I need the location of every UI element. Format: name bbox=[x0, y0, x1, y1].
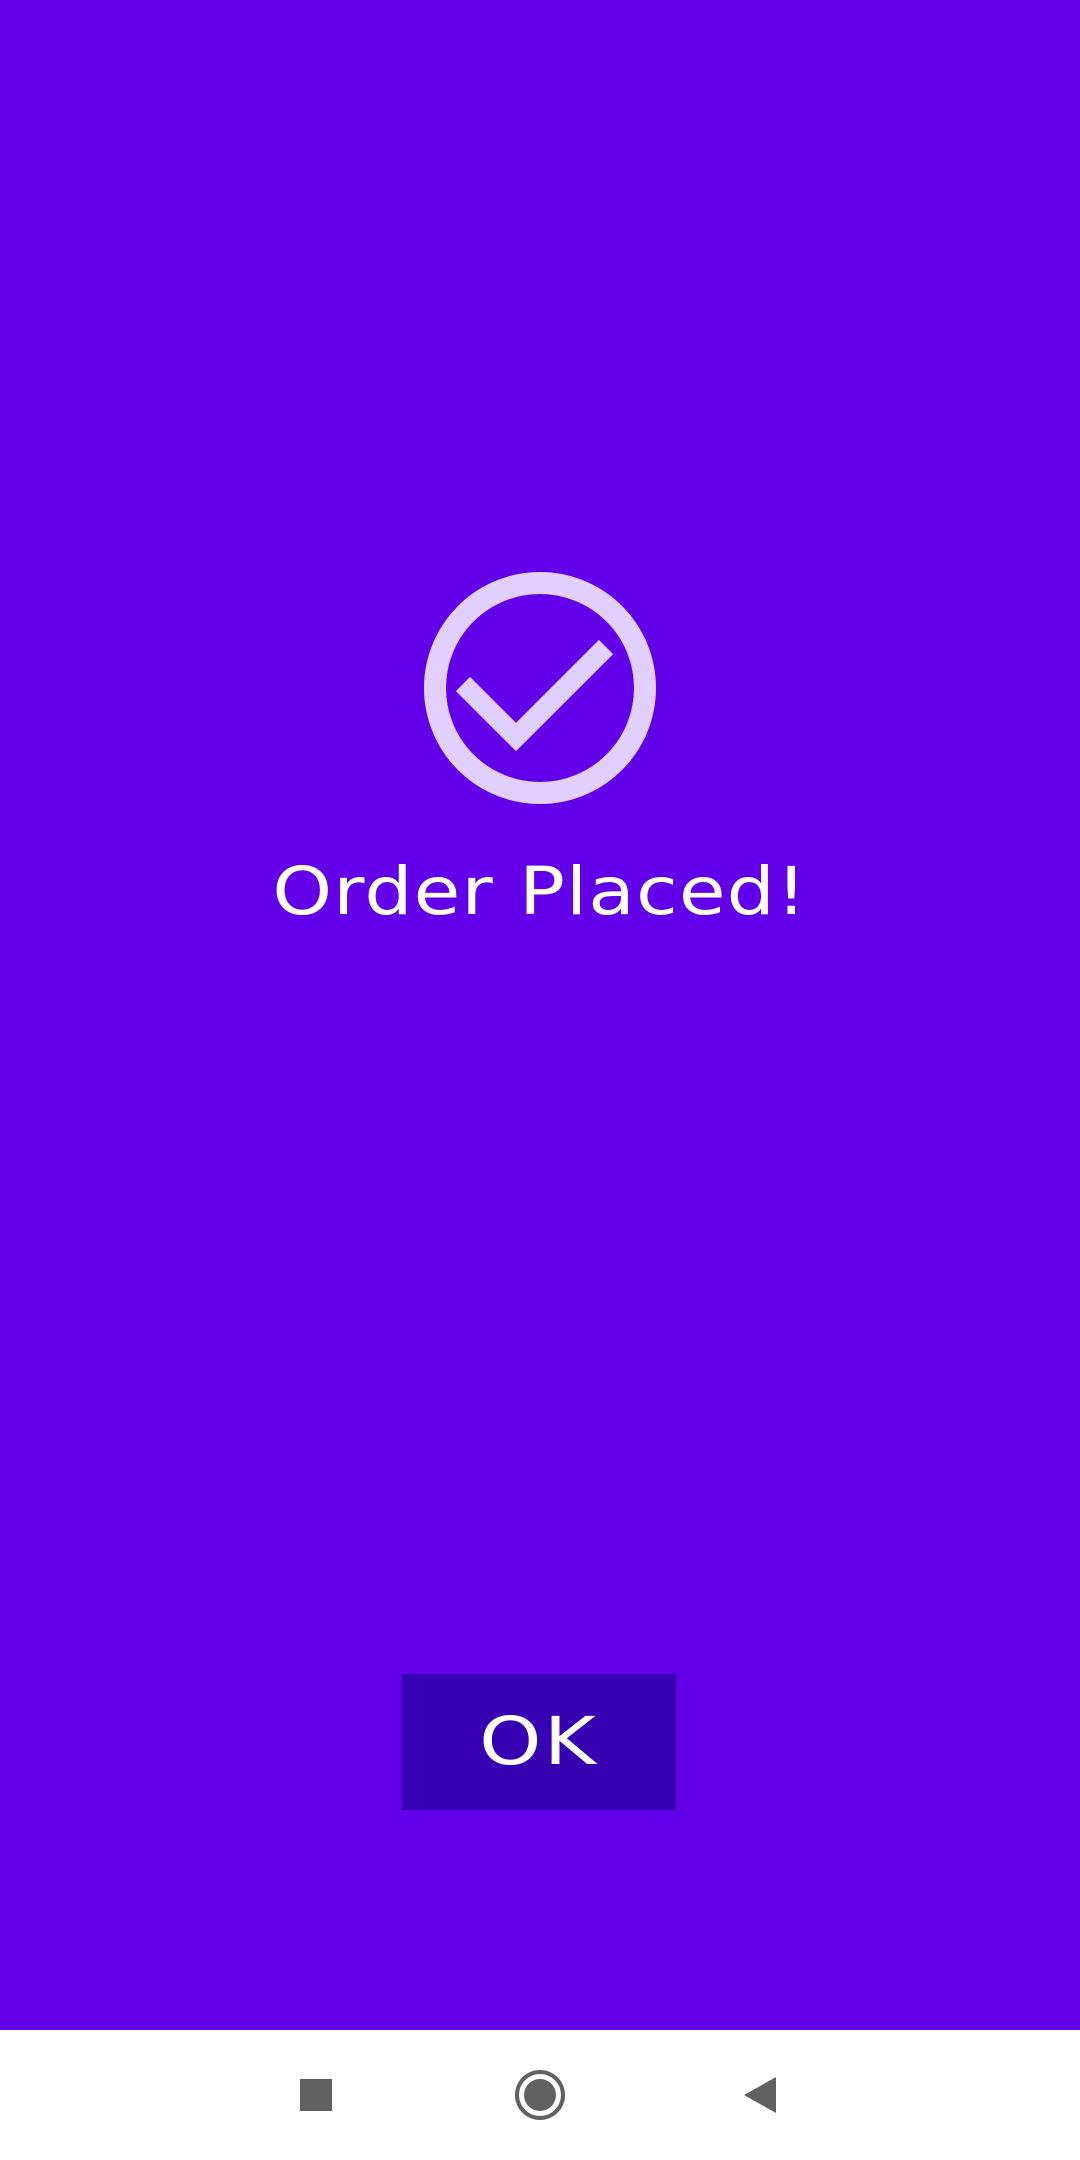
back-button[interactable] bbox=[720, 2055, 800, 2135]
ok-button[interactable]: OK bbox=[402, 1674, 676, 1810]
page-title: Order Placed! bbox=[272, 853, 808, 930]
home-button[interactable] bbox=[500, 2055, 580, 2135]
content-area: Order Placed! OK bbox=[0, 0, 1080, 2030]
check-circle-icon bbox=[423, 571, 657, 805]
recents-button[interactable] bbox=[276, 2055, 356, 2135]
ok-button-label: OK bbox=[479, 1703, 599, 1780]
circle-home-icon bbox=[515, 2070, 565, 2120]
triangle-back-icon bbox=[744, 2077, 776, 2113]
square-recents-icon bbox=[300, 2079, 332, 2111]
order-confirmation-screen: Order Placed! OK bbox=[0, 0, 1080, 2160]
system-navigation-bar bbox=[0, 2030, 1080, 2160]
